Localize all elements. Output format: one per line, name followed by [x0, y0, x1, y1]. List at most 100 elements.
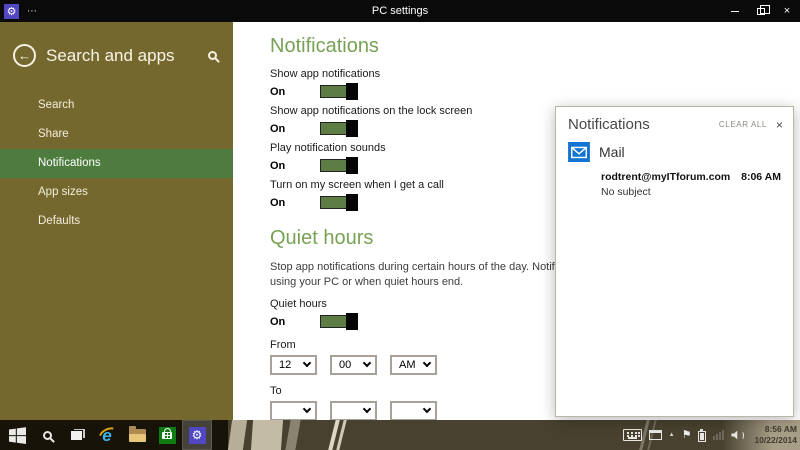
sidebar-item-notifications[interactable]: Notifications: [0, 149, 233, 178]
from-minute-select[interactable]: 00: [330, 355, 377, 375]
task-view-icon: [70, 429, 85, 441]
mail-icon: [568, 142, 590, 162]
touch-keyboard-button[interactable]: [623, 429, 642, 441]
page-title: Search and apps: [46, 46, 208, 66]
notification-time: 8:06 AM: [741, 171, 781, 183]
toggle-state-label: On: [270, 197, 320, 209]
to-ampm-select[interactable]: [390, 401, 437, 420]
search-icon[interactable]: [208, 51, 217, 60]
notifications-flyout: Notifications CLEAR ALL × Mail rodtrent@…: [555, 106, 794, 417]
chevron-down-icon: [423, 405, 431, 413]
store-icon: [159, 427, 176, 444]
show-hidden-icons-button[interactable]: ▲: [669, 432, 675, 438]
search-icon: [43, 431, 52, 440]
chevron-down-icon: [303, 405, 311, 413]
toggle-state-label: On: [270, 86, 320, 98]
keyboard-spacebar: [628, 437, 637, 439]
settings-app-button[interactable]: ⚙: [182, 420, 212, 450]
titlebar: ⚙ ⋯ PC settings ×: [0, 0, 800, 22]
app-window-icon[interactable]: ⚙: [4, 4, 19, 19]
internet-explorer-button[interactable]: e: [92, 420, 122, 450]
toggle-switch[interactable]: [320, 85, 358, 98]
close-button[interactable]: ×: [774, 0, 800, 22]
to-hour-select[interactable]: [270, 401, 317, 420]
toggle-switch[interactable]: [320, 315, 358, 328]
system-tray: ▲ ⚑ 8:56 AM 10/22/2014: [623, 420, 797, 450]
from-minute-value: 00: [339, 359, 351, 371]
taskbar-clock[interactable]: 8:56 AM 10/22/2014: [754, 424, 797, 446]
from-hour-select[interactable]: 12: [270, 355, 317, 375]
keyboard-keys: [627, 432, 629, 434]
network-icon[interactable]: [713, 430, 724, 440]
sidebar-item-share[interactable]: Share: [0, 120, 233, 149]
file-explorer-button[interactable]: [122, 420, 152, 450]
sidebar-item-app-sizes[interactable]: App sizes: [0, 178, 233, 207]
notifications-heading: Notifications: [270, 34, 800, 58]
settings-app-icon: ⚙: [189, 427, 206, 444]
task-view-button[interactable]: [62, 420, 92, 450]
flyout-header: Notifications CLEAR ALL ×: [556, 107, 793, 139]
close-icon: ×: [776, 118, 783, 132]
app-commands-ellipsis-icon[interactable]: ⋯: [27, 6, 38, 17]
wallpaper-highlight: [228, 420, 248, 450]
clock-time: 8:56 AM: [754, 424, 797, 435]
from-ampm-value: AM: [399, 359, 416, 371]
internet-explorer-icon: e: [102, 427, 111, 444]
wallpaper-highlight: [251, 420, 284, 450]
minimize-icon: [731, 11, 739, 12]
tray-window-icon[interactable]: [649, 430, 662, 440]
chevron-down-icon: [363, 359, 371, 367]
toggle-state-label: On: [270, 123, 320, 135]
sidebar-item-defaults[interactable]: Defaults: [0, 207, 233, 236]
toggle-switch[interactable]: [320, 122, 358, 135]
clock-date: 10/22/2014: [754, 435, 797, 446]
action-center-flag-icon[interactable]: ⚑: [682, 430, 692, 441]
notification-sender: rodtrent@myITforum.com: [601, 171, 730, 183]
clear-all-button[interactable]: CLEAR ALL: [719, 120, 767, 129]
gear-icon: ⚙: [192, 428, 203, 442]
back-arrow-icon: ←: [18, 48, 31, 63]
battery-icon[interactable]: [698, 431, 706, 442]
mail-app-group: Mail: [556, 139, 793, 171]
toggle-switch[interactable]: [320, 196, 358, 209]
flyout-title: Notifications: [568, 116, 719, 133]
mail-app-name: Mail: [599, 144, 625, 160]
setting-show-app-notifications: Show app notifications On: [270, 68, 800, 99]
taskbar-search-button[interactable]: [32, 420, 62, 450]
sidebar-items: Search Share Notifications App sizes Def…: [0, 91, 233, 236]
chevron-down-icon: [423, 359, 431, 367]
volume-icon[interactable]: [731, 431, 744, 440]
taskbar-apps: e ⚙: [2, 420, 212, 450]
toggle-knob: [346, 120, 358, 137]
screen: ⚙ ⋯ PC settings × ← Search and apps Sear…: [0, 0, 800, 450]
toggle-switch[interactable]: [320, 159, 358, 172]
toggle-knob: [346, 313, 358, 330]
from-ampm-select[interactable]: AM: [390, 355, 437, 375]
chevron-down-icon: [303, 359, 311, 367]
sidebar-item-search[interactable]: Search: [0, 91, 233, 120]
setting-label: Show app notifications: [270, 68, 800, 80]
to-minute-select[interactable]: [330, 401, 377, 420]
back-button[interactable]: ←: [13, 44, 36, 67]
taskbar: e ⚙ ▲: [0, 420, 800, 450]
window-controls: ×: [722, 0, 800, 22]
restore-button[interactable]: [748, 0, 774, 22]
chevron-down-icon: [363, 405, 371, 413]
notification-item[interactable]: rodtrent@myITforum.com 8:06 AM No subjec…: [556, 171, 793, 198]
toggle-state-label: On: [270, 160, 320, 172]
toggle-knob: [346, 157, 358, 174]
gear-icon: ⚙: [7, 5, 17, 18]
folder-icon: [129, 429, 146, 442]
sidebar-header: ← Search and apps: [0, 22, 233, 67]
toggle-knob: [346, 194, 358, 211]
toggle-knob: [346, 83, 358, 100]
from-hour-value: 12: [279, 359, 291, 371]
wallpaper-highlight: [284, 420, 301, 450]
windows-logo-icon: [9, 427, 26, 444]
store-button[interactable]: [152, 420, 182, 450]
flyout-close-button[interactable]: ×: [776, 119, 783, 131]
window-title: PC settings: [0, 5, 800, 17]
start-button[interactable]: [2, 420, 32, 450]
minimize-button[interactable]: [722, 0, 748, 22]
sidebar: ← Search and apps Search Share Notificat…: [0, 22, 233, 420]
